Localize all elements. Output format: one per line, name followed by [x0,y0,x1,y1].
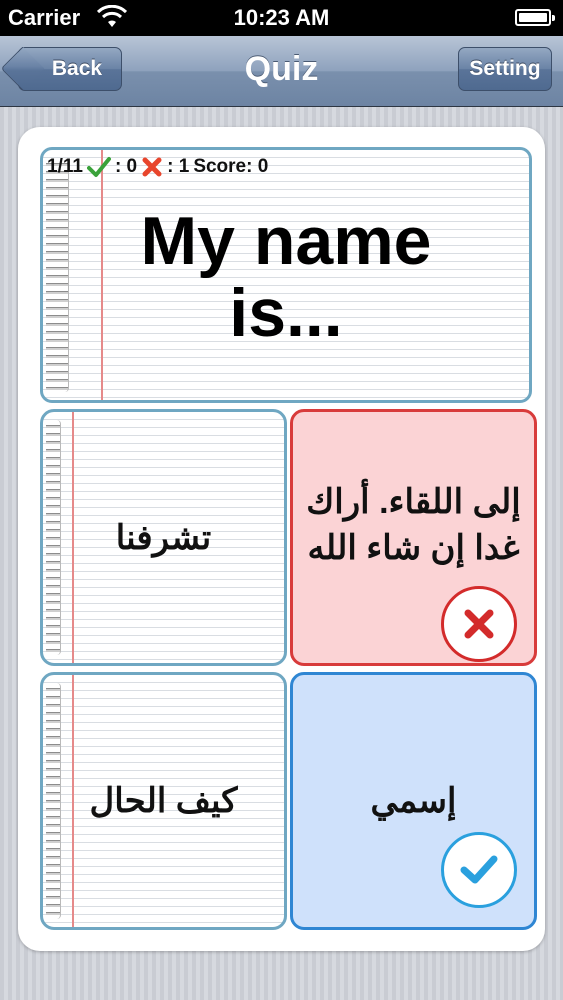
answer-text: إسمي [370,782,457,820]
status-time: 10:23 AM [233,5,330,30]
question-line-1: My name [140,203,432,279]
status-bar: Carrier 10:23 AM [0,0,563,36]
answer-text: إلى اللقاء. أراك غدا إن شاء الله [306,482,521,567]
answer-option-2[interactable]: إلى اللقاء. أراك غدا إن شاء الله [290,409,537,666]
wrong-count: : 1 [167,156,190,177]
answer-option-3[interactable]: كيف الحال [40,672,287,930]
score-value: Score: 0 [193,156,269,177]
navigation-bar: Back Quiz Setting [0,36,563,107]
question-line-2: is... [229,275,343,351]
question-text: My name is... [43,205,529,349]
correct-count: : 0 [114,156,138,177]
answer-option-4[interactable]: إسمي [290,672,537,930]
wrong-x-icon [441,586,517,662]
progress-counter: 1/11 [47,156,83,177]
answer-text: تشرفنا [115,518,212,557]
setting-button[interactable]: Setting [458,47,552,91]
answer-option-1[interactable]: تشرفنا [40,409,287,666]
question-panel: 1/11 : 0 : 1 Score: 0 My name is... [40,147,532,403]
answer-text: كيف الحال [89,782,238,820]
score-bar: 1/11 : 0 : 1 Score: 0 [47,156,268,178]
check-icon [86,157,111,177]
battery-icon [515,9,555,26]
correct-check-icon [441,832,517,908]
x-icon [142,157,162,177]
